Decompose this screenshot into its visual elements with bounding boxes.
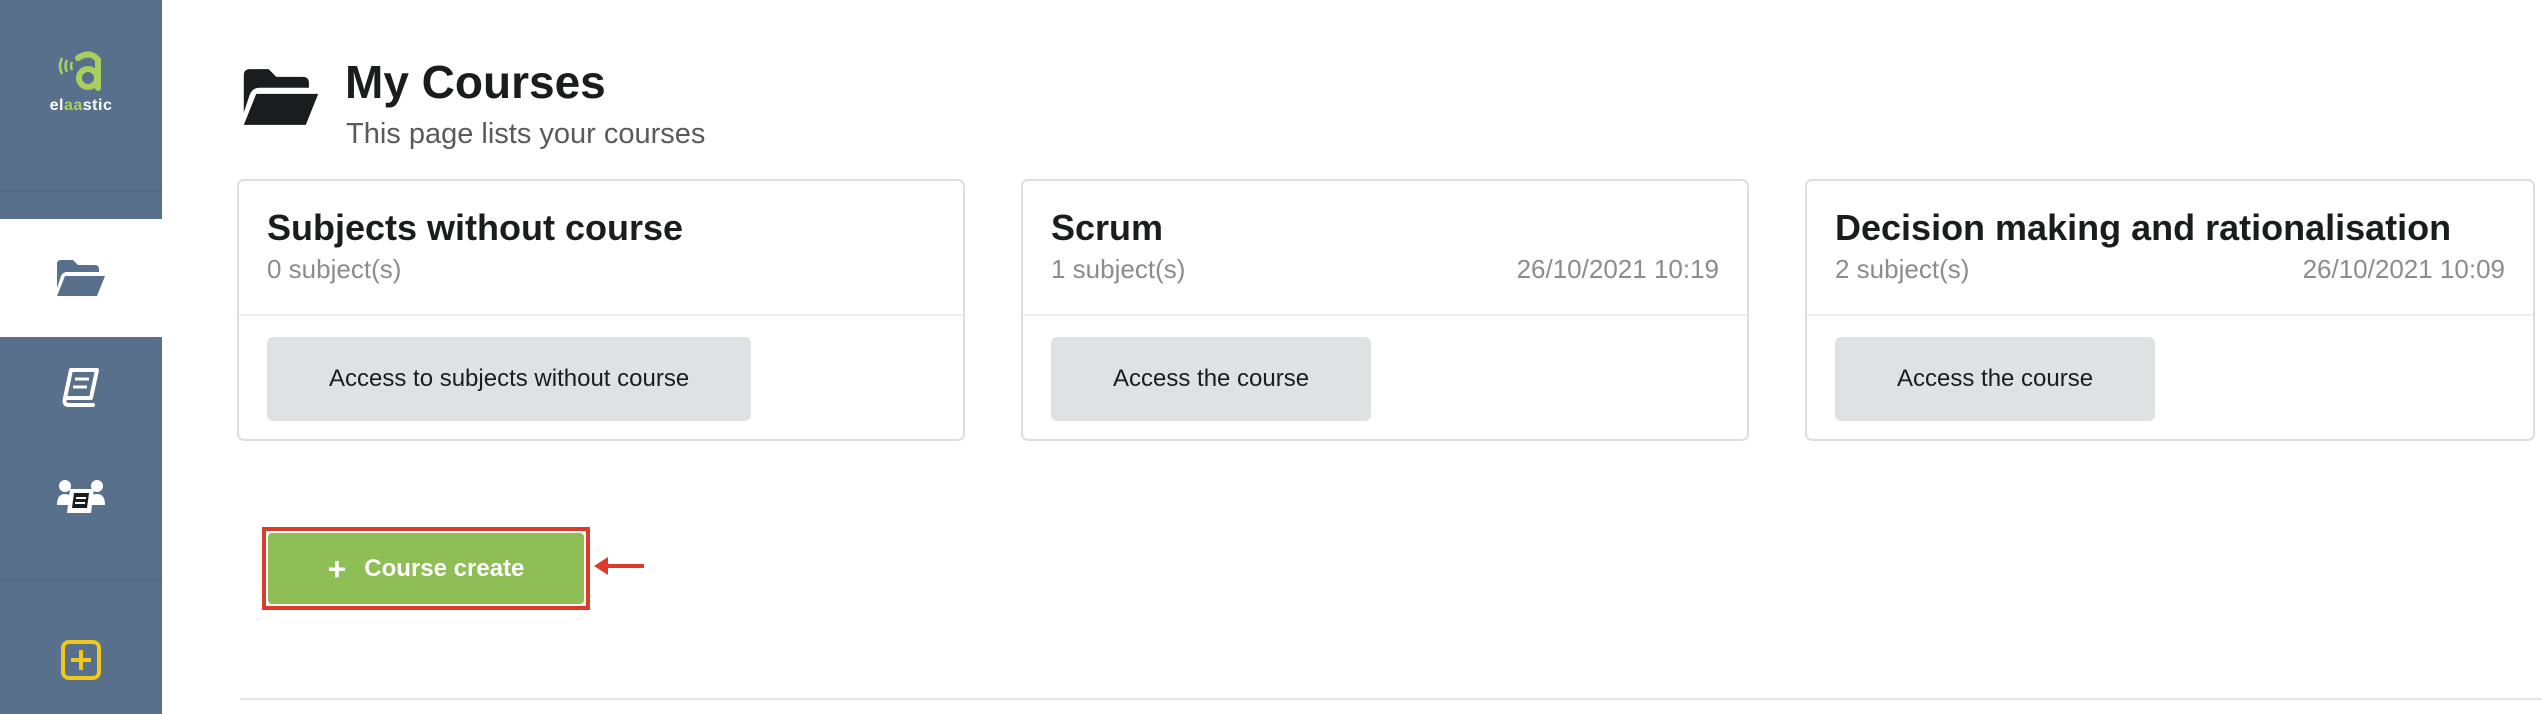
card-header: Decision making and rationalisation 2 su… bbox=[1807, 181, 2533, 316]
users-icon bbox=[57, 480, 105, 513]
arrow-left-icon bbox=[594, 557, 644, 575]
sidebar: elaastic bbox=[0, 0, 162, 714]
course-date: 26/10/2021 10:19 bbox=[1516, 254, 1719, 284]
plus-square-icon bbox=[61, 640, 101, 680]
sidebar-item-courses[interactable] bbox=[0, 219, 162, 337]
course-card: Scrum 1 subject(s) 26/10/2021 10:19 Acce… bbox=[1021, 179, 1749, 441]
section-divider bbox=[240, 698, 2542, 700]
card-title: Subjects without course bbox=[267, 207, 684, 248]
elaastic-logo[interactable]: elaastic bbox=[0, 50, 162, 130]
sidebar-item-create[interactable] bbox=[0, 610, 162, 710]
card-header: Scrum 1 subject(s) 26/10/2021 10:19 bbox=[1023, 181, 1747, 316]
course-card: Decision making and rationalisation 2 su… bbox=[1805, 179, 2535, 441]
card-title: Decision making and rationalisation bbox=[1835, 207, 2452, 248]
subject-count: 2 subject(s) bbox=[1835, 254, 1970, 284]
access-course-button[interactable]: Access the course bbox=[1051, 337, 1372, 421]
sidebar-divider bbox=[0, 190, 162, 191]
card-title: Scrum bbox=[1051, 207, 1164, 248]
logo-mark-icon bbox=[58, 51, 101, 91]
access-course-button[interactable]: Access the course bbox=[1835, 337, 2156, 421]
subject-count: 0 subject(s) bbox=[267, 254, 402, 284]
subject-count: 1 subject(s) bbox=[1051, 254, 1186, 284]
plus-icon: + bbox=[327, 550, 347, 587]
course-card: Subjects without course 0 subject(s) Acc… bbox=[237, 179, 965, 441]
course-date: 26/10/2021 10:09 bbox=[2302, 254, 2505, 284]
course-create-button[interactable]: + Course create bbox=[268, 533, 584, 604]
access-subjects-without-course-button[interactable]: Access to subjects without course bbox=[267, 337, 752, 421]
sidebar-divider bbox=[0, 580, 162, 581]
sidebar-item-subjects[interactable] bbox=[0, 338, 162, 438]
folder-open-icon bbox=[57, 260, 105, 296]
course-create-label: Course create bbox=[364, 554, 525, 582]
sidebar-item-groups[interactable] bbox=[0, 448, 162, 548]
page-title: My Courses bbox=[345, 56, 606, 108]
card-header: Subjects without course 0 subject(s) bbox=[239, 181, 963, 316]
logo-text: elaastic bbox=[49, 97, 113, 114]
folder-open-icon bbox=[243, 69, 319, 125]
book-icon bbox=[62, 368, 99, 407]
page-subtitle: This page lists your courses bbox=[346, 118, 706, 150]
